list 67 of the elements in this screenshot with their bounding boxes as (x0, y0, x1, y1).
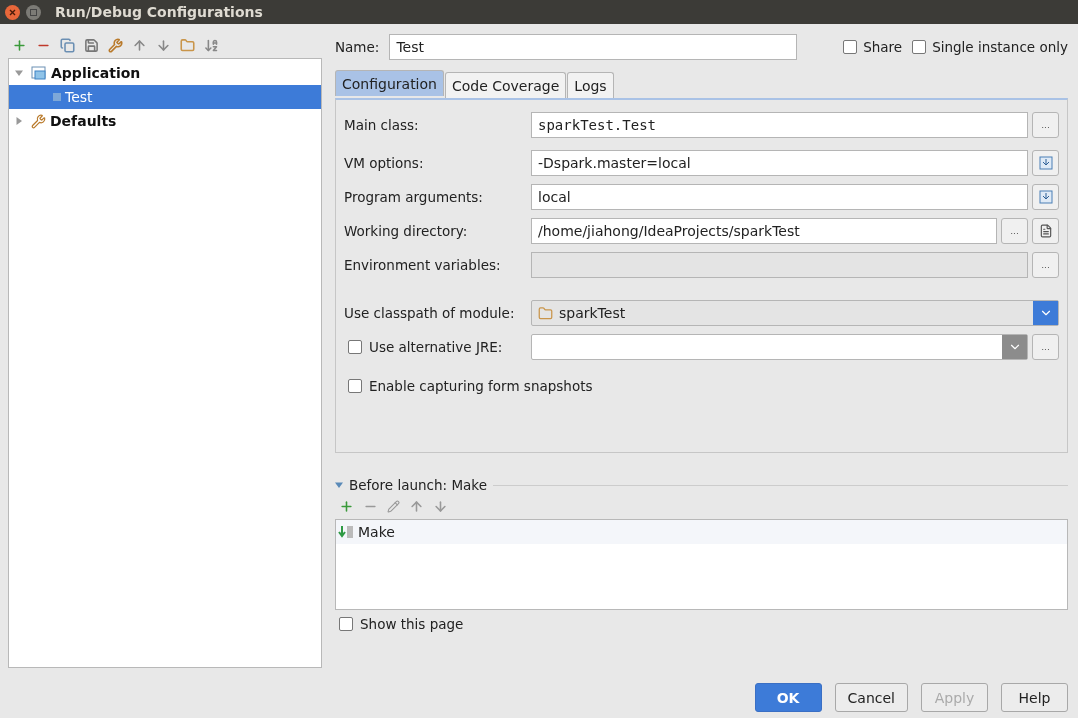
field-label: Environment variables: (344, 257, 502, 273)
option-label: Single instance only (932, 39, 1068, 55)
wrench-icon[interactable] (108, 37, 123, 53)
text-field[interactable]: -Dspark.master=local (531, 150, 1028, 176)
browse-button[interactable]: ... (1032, 112, 1059, 138)
task-item[interactable]: Make (336, 520, 1067, 544)
field-label: Program arguments: (344, 189, 484, 205)
make-icon (338, 525, 354, 539)
move-down-icon[interactable] (156, 37, 171, 53)
checkbox[interactable] (912, 40, 927, 54)
module-dropdown[interactable]: sparkTest (531, 300, 1059, 326)
expand-button[interactable] (1032, 184, 1059, 210)
add-icon[interactable] (339, 498, 354, 514)
dialog-button[interactable]: Cancel (834, 683, 908, 712)
text-field[interactable]: /home/jiahong/IdeaProjects/sparkTest (531, 218, 997, 244)
dialog-button[interactable]: Help (1001, 683, 1068, 712)
copy-icon[interactable] (60, 37, 75, 53)
add-icon[interactable] (12, 37, 27, 53)
class-icon (53, 93, 61, 101)
checkbox-label: Show this page (360, 616, 464, 632)
edit-icon[interactable] (387, 499, 400, 513)
save-icon[interactable] (84, 37, 99, 53)
window-title: Run/Debug Configurations (55, 4, 263, 20)
checkbox-label: Use alternative JRE: (369, 339, 503, 355)
expand-button[interactable] (1032, 150, 1059, 176)
move-up-icon[interactable] (132, 37, 147, 53)
field-label: Working directory: (344, 223, 469, 239)
minimize-icon[interactable] (26, 4, 41, 20)
tab[interactable]: Configuration (335, 70, 444, 96)
expand-arrow-icon[interactable] (15, 117, 23, 125)
browse-button[interactable]: ... (1001, 218, 1028, 244)
checkbox[interactable] (843, 40, 858, 54)
tree-item[interactable]: Defaults (9, 109, 321, 133)
folder-icon (538, 305, 553, 321)
document-button[interactable] (1032, 218, 1059, 244)
folder-icon[interactable] (180, 37, 195, 53)
collapse-arrow-icon[interactable] (15, 69, 23, 77)
expand-icon (1038, 156, 1053, 170)
move-up-icon[interactable] (409, 498, 424, 514)
tab[interactable]: Code Coverage (444, 72, 567, 98)
application-icon (31, 65, 47, 81)
field-label: Use classpath of module: (344, 305, 516, 321)
checkbox[interactable] (348, 379, 362, 393)
checkbox[interactable] (339, 617, 353, 631)
document-icon (1038, 224, 1053, 238)
tab[interactable]: Logs (567, 72, 614, 98)
tree-item[interactable]: Test (9, 85, 321, 109)
field-label: VM options: (344, 155, 425, 171)
tree-item[interactable]: Application (9, 61, 321, 85)
option-label: Share (863, 39, 903, 55)
field-label: Main class: (344, 117, 420, 133)
move-down-icon[interactable] (433, 498, 448, 514)
text-field[interactable]: local (531, 184, 1028, 210)
collapse-arrow-icon[interactable] (335, 481, 343, 489)
checkbox[interactable] (348, 340, 362, 354)
section-title: Before launch: Make (349, 477, 487, 493)
jre-dropdown[interactable] (531, 334, 1028, 360)
wrench-icon (31, 113, 46, 129)
dialog-button[interactable]: OK (754, 683, 822, 712)
name-label: Name: (335, 39, 380, 55)
close-icon[interactable] (5, 4, 20, 20)
text-field[interactable]: sparkTest.Test (531, 112, 1028, 138)
name-field[interactable]: Test (389, 34, 798, 60)
sort-icon[interactable] (204, 37, 219, 53)
browse-button[interactable]: ... (1032, 334, 1059, 360)
checkbox-label: Enable capturing form snapshots (369, 378, 593, 394)
expand-icon (1038, 190, 1053, 204)
